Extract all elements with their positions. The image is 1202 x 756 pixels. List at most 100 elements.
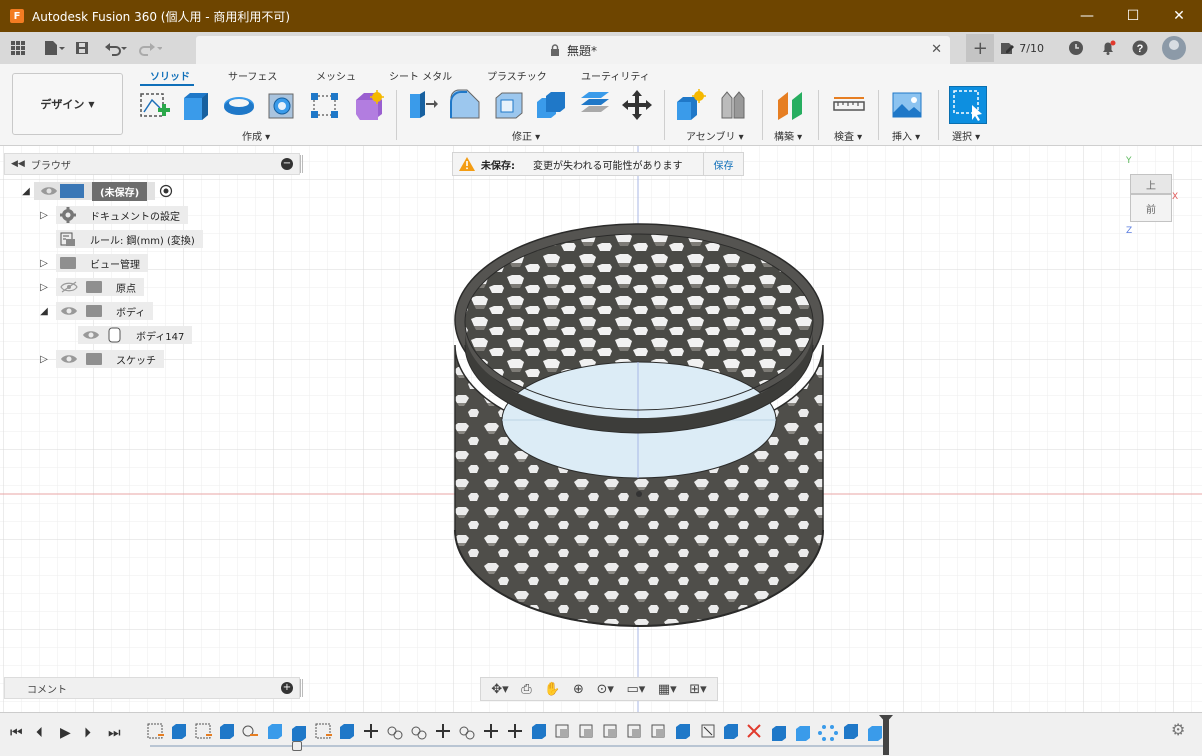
- tab-plastic[interactable]: プラスチック: [487, 68, 547, 83]
- viewports-icon[interactable]: ⊞▾: [689, 682, 706, 697]
- hole-icon[interactable]: [266, 88, 300, 122]
- insert-image-icon[interactable]: [890, 88, 924, 122]
- press-pull-icon[interactable]: [406, 88, 440, 122]
- replace-face-icon[interactable]: [578, 88, 612, 122]
- joint-icon[interactable]: [716, 88, 750, 122]
- timeline-next-icon[interactable]: ⏵: [84, 725, 91, 741]
- timeline-features[interactable]: [146, 719, 886, 745]
- notification-bell-icon[interactable]: [1092, 34, 1124, 62]
- hidden-eye-icon[interactable]: [60, 281, 78, 293]
- tab-surface[interactable]: サーフェス: [228, 68, 277, 83]
- tree-row-origin[interactable]: ▷ 原点: [36, 277, 144, 297]
- help-icon[interactable]: ?: [1124, 34, 1156, 62]
- pan-hand-icon[interactable]: ✋: [544, 682, 560, 697]
- timeline-settings-gear-icon[interactable]: ⚙: [1171, 720, 1185, 739]
- tab-utilities[interactable]: ユーティリティ: [581, 68, 650, 83]
- minimize-button[interactable]: —: [1064, 0, 1110, 32]
- data-panel-grid-icon[interactable]: [4, 34, 32, 62]
- workspace-switcher-button[interactable]: デザイン ▼: [12, 73, 123, 135]
- move-copy-icon[interactable]: [620, 88, 654, 122]
- look-at-icon[interactable]: ⎙: [521, 682, 531, 697]
- clock-icon[interactable]: [1060, 34, 1092, 62]
- timeline-end-icon[interactable]: ⏭: [108, 725, 121, 741]
- file-menu-icon[interactable]: [40, 34, 68, 62]
- browser-panel-header[interactable]: ◀◀ ブラウザ −: [4, 153, 300, 175]
- timeline-previous-icon[interactable]: ⏴: [36, 725, 43, 741]
- activate-radio-icon[interactable]: [159, 184, 173, 198]
- user-avatar[interactable]: [1162, 36, 1186, 60]
- visibility-eye-icon[interactable]: [40, 185, 58, 197]
- save-link-button[interactable]: 保存: [703, 153, 743, 175]
- folder-icon: [86, 305, 102, 317]
- visibility-eye-icon[interactable]: [82, 329, 100, 341]
- revolve-icon[interactable]: [222, 88, 256, 122]
- close-button[interactable]: ✕: [1156, 0, 1202, 32]
- group-insert-label[interactable]: 挿入 ▾: [892, 128, 920, 143]
- expanded-triangle-icon[interactable]: ◢: [36, 306, 52, 317]
- pattern-icon[interactable]: [308, 88, 342, 122]
- new-component-icon[interactable]: [674, 88, 708, 122]
- viewcube[interactable]: Y X Z 上 前: [1116, 156, 1178, 238]
- tree-row-root[interactable]: ◢ (未保存): [18, 181, 173, 201]
- collapsed-triangle-icon[interactable]: ▷: [36, 258, 52, 269]
- visibility-eye-icon[interactable]: [60, 353, 78, 365]
- tree-row-view-manager[interactable]: ▷ ビュー管理: [36, 253, 148, 273]
- redo-icon[interactable]: [136, 34, 164, 62]
- collapse-panel-icon[interactable]: ◀◀: [11, 159, 25, 169]
- measure-icon[interactable]: [832, 88, 866, 122]
- warning-icon: [459, 157, 475, 171]
- timeline-start-icon[interactable]: ⏮: [10, 725, 23, 741]
- add-comment-icon[interactable]: +: [281, 682, 293, 694]
- comments-panel-header[interactable]: コメント +: [4, 677, 300, 699]
- new-tab-plus-icon[interactable]: +: [966, 34, 995, 62]
- tree-row-sketches[interactable]: ▷ スケッチ: [36, 349, 164, 369]
- document-tab-close-button[interactable]: ✕: [931, 42, 942, 57]
- orbit-icon[interactable]: ✥▾: [491, 682, 508, 697]
- tree-row-rule[interactable]: ルール: 鋼(mm) (変換): [56, 229, 203, 249]
- ring-body-model[interactable]: [454, 223, 824, 627]
- form-icon[interactable]: [352, 88, 386, 122]
- tree-row-bodies[interactable]: ◢ ボディ: [36, 301, 154, 321]
- undo-icon[interactable]: [102, 34, 130, 62]
- grid-settings-icon[interactable]: ▦▾: [658, 682, 677, 697]
- select-tool-button[interactable]: [949, 86, 987, 124]
- svg-text:?: ?: [1137, 43, 1144, 55]
- tree-row-body147[interactable]: ボディ147: [78, 325, 193, 345]
- document-tab[interactable]: 無題* ✕: [196, 36, 950, 64]
- timeline-play-icon[interactable]: ▶: [60, 725, 71, 741]
- group-select-label[interactable]: 選択 ▾: [952, 128, 980, 143]
- create-sketch-icon[interactable]: [138, 88, 172, 122]
- panel-grip[interactable]: [300, 679, 303, 697]
- timeline: ⏮ ⏴ ▶ ⏵ ⏭: [0, 712, 1202, 756]
- zoom-icon[interactable]: ⊕: [573, 682, 584, 697]
- panel-grip[interactable]: [300, 155, 303, 173]
- group-assemble-label[interactable]: アセンブリ ▾: [686, 128, 744, 143]
- zoom-window-icon[interactable]: ⊙▾: [596, 682, 613, 697]
- tree-row-document-settings[interactable]: ▷ ドキュメントの設定: [36, 205, 188, 225]
- collapsed-triangle-icon[interactable]: ▷: [36, 210, 52, 221]
- visibility-eye-icon[interactable]: [60, 305, 78, 317]
- tab-solid[interactable]: ソリッド: [150, 68, 190, 83]
- viewcube-top-face[interactable]: 上: [1130, 174, 1172, 194]
- tab-sheet-metal[interactable]: シート メタル: [389, 68, 452, 83]
- viewcube-front-face[interactable]: 前: [1130, 194, 1172, 222]
- maximize-button[interactable]: ☐: [1110, 0, 1156, 32]
- collapsed-triangle-icon[interactable]: ▷: [36, 282, 52, 293]
- shell-icon[interactable]: [492, 88, 526, 122]
- display-settings-icon[interactable]: ▭▾: [626, 682, 645, 697]
- group-construct-label[interactable]: 構築 ▾: [774, 128, 802, 143]
- save-icon[interactable]: [68, 34, 96, 62]
- browser-minimize-icon[interactable]: −: [281, 158, 293, 170]
- collapsed-triangle-icon[interactable]: ▷: [36, 354, 52, 365]
- timeline-track[interactable]: [150, 745, 886, 747]
- tab-mesh[interactable]: メッシュ: [316, 68, 356, 83]
- fillet-icon[interactable]: [448, 88, 482, 122]
- offset-plane-icon[interactable]: [774, 88, 808, 122]
- group-modify-label[interactable]: 修正 ▾: [512, 128, 540, 143]
- job-status[interactable]: 7/10: [1000, 41, 1044, 55]
- expanded-triangle-icon[interactable]: ◢: [18, 186, 34, 197]
- group-create-label[interactable]: 作成 ▾: [242, 128, 270, 143]
- group-inspect-label[interactable]: 検査 ▾: [834, 128, 862, 143]
- combine-icon[interactable]: [534, 88, 568, 122]
- extrude-icon[interactable]: [180, 88, 214, 122]
